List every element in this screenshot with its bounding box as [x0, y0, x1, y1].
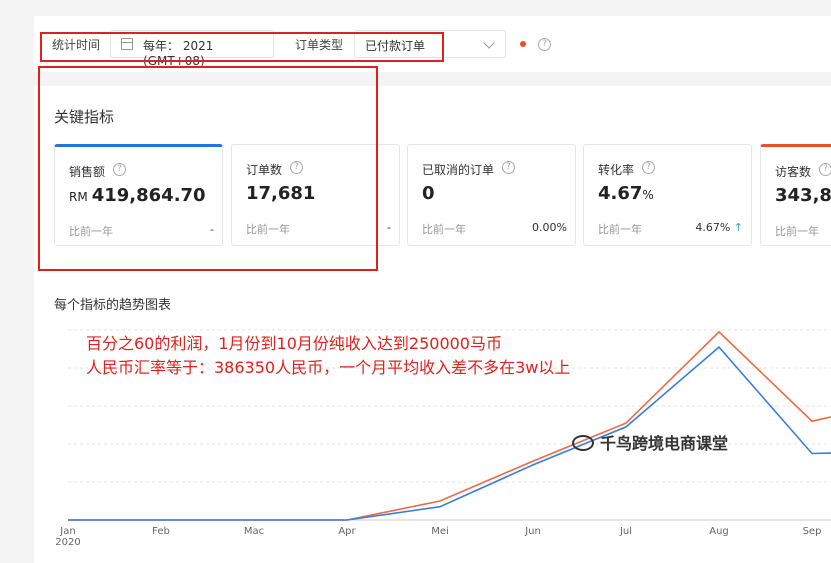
- x-tick-label: Jun: [524, 526, 541, 537]
- x-tick-label: Mac: [244, 526, 264, 537]
- highlight-box-sales: [38, 66, 378, 271]
- x-tick-label: Apr: [338, 526, 356, 537]
- x-tick-label: Mei: [431, 526, 449, 537]
- x-tick-label: Sep: [803, 526, 822, 537]
- annotation-line-1: 百分之60的利润，1月份到10月份纯收入达到250000马币: [86, 334, 502, 353]
- x-axis: Jan Feb Mac Apr Mei Jun Jul Aug Sep 2020: [55, 526, 821, 548]
- watermark-text: 千鸟跨境电商课堂: [600, 434, 729, 453]
- x-tick-label: Feb: [152, 526, 170, 537]
- x-tick-label: Aug: [709, 526, 729, 537]
- wechat-icon: [572, 435, 594, 451]
- watermark: 千鸟跨境电商课堂: [572, 430, 728, 454]
- x-tick-label: Jan: [59, 526, 75, 537]
- highlight-box-filter: [40, 32, 444, 62]
- x-tick-label: Jul: [619, 526, 632, 537]
- x-year-label: 2020: [55, 537, 80, 548]
- annotation-line-2: 人民币汇率等于：386350人民币，一个月平均收入差不多在3w以上: [86, 358, 571, 377]
